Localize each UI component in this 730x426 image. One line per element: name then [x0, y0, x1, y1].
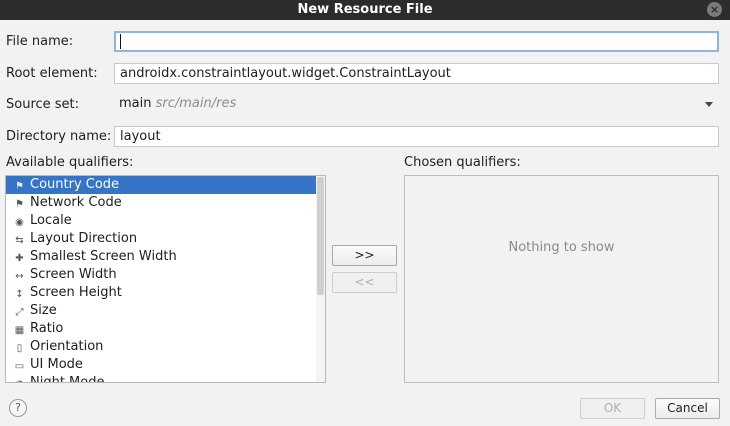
flag-icon: ⚑	[15, 181, 24, 192]
qualifier-label: Country Code	[30, 177, 120, 192]
empty-state-text: Nothing to show	[508, 240, 615, 255]
add-qualifier-button[interactable]: >>	[332, 245, 397, 266]
ui-mode-icon: ▭	[14, 361, 25, 372]
ratio-icon: ▦	[14, 325, 25, 336]
source-set-value: main	[119, 96, 152, 111]
file-name-field[interactable]	[114, 31, 719, 52]
root-element-label: Root element:	[6, 66, 98, 81]
window-title: New Resource File	[297, 2, 433, 17]
chevron-down-icon[interactable]	[705, 102, 713, 107]
directory-name-field[interactable]: layout	[114, 126, 719, 147]
qualifier-label: Size	[30, 303, 57, 318]
source-set-path: src/main/res	[155, 96, 237, 111]
width-icon: ↔	[15, 271, 24, 282]
available-qualifiers-list[interactable]: ⚑ Country Code ⚑ Network Code ◉ Locale ⇆ Layout…	[5, 175, 326, 383]
qualifier-label: Ratio	[30, 321, 64, 336]
ok-button[interactable]: OK	[580, 398, 645, 419]
qualifier-item[interactable]: ⚑ Network Code	[6, 194, 316, 212]
qualifier-label: Layout Direction	[30, 231, 138, 246]
height-icon: ↕	[15, 289, 24, 300]
directory-name-label: Directory name:	[6, 129, 112, 144]
qualifier-item[interactable]: ✚ Smallest Screen Width	[6, 248, 316, 266]
qualifier-item[interactable]: ▭ UI Mode	[6, 356, 316, 374]
chosen-qualifiers-label: Chosen qualifiers:	[404, 155, 521, 170]
close-icon[interactable]: ×	[707, 2, 722, 17]
qualifier-item[interactable]: ⚑ Country Code	[6, 176, 316, 194]
available-qualifiers-label: Available qualifiers:	[6, 155, 134, 170]
qualifier-label: Orientation	[30, 339, 104, 354]
title-bar: New Resource File ×	[0, 0, 730, 20]
root-element-field[interactable]: androidx.constraintlayout.widget.Constra…	[114, 63, 719, 84]
remove-qualifier-button[interactable]: <<	[332, 272, 397, 293]
qualifier-item[interactable]: ⇆ Layout Direction	[6, 230, 316, 248]
network-icon: ⚑	[15, 199, 24, 210]
text-caret	[120, 34, 121, 49]
qualifier-item[interactable]: ◉ Locale	[6, 212, 316, 230]
scrollbar-track[interactable]	[316, 176, 325, 382]
source-set-dropdown[interactable]: main src/main/res	[114, 94, 719, 115]
night-mode-icon: ◑	[14, 379, 25, 382]
qualifier-label: Night Mode	[30, 375, 105, 383]
qualifier-item[interactable]: ◑ Night Mode	[6, 374, 316, 383]
qualifier-label: Network Code	[30, 195, 122, 210]
chosen-qualifiers-list[interactable]: Nothing to show	[404, 175, 719, 383]
qualifier-item[interactable]: ▯ Orientation	[6, 338, 316, 356]
size-icon: ⤢	[15, 307, 24, 318]
orientation-icon: ▯	[16, 343, 23, 354]
qualifier-label: Locale	[30, 213, 72, 228]
qualifier-item[interactable]: ▦ Ratio	[6, 320, 316, 338]
help-icon[interactable]: ?	[9, 399, 27, 417]
layout-direction-icon: ⇆	[15, 235, 24, 246]
qualifier-label: Screen Height	[30, 285, 122, 300]
file-name-label: File name:	[6, 34, 74, 49]
qualifier-item[interactable]: ↔ Screen Width	[6, 266, 316, 284]
cancel-button[interactable]: Cancel	[655, 398, 720, 419]
scrollbar-thumb[interactable]	[317, 177, 324, 295]
source-set-label: Source set:	[6, 97, 80, 112]
qualifier-label: Screen Width	[30, 267, 117, 282]
qualifier-label: Smallest Screen Width	[30, 249, 177, 264]
qualifier-item[interactable]: ⤢ Size	[6, 302, 316, 320]
qualifier-label: UI Mode	[30, 357, 83, 372]
screen-width-icon: ✚	[15, 253, 24, 264]
globe-icon: ◉	[15, 217, 24, 228]
qualifier-item[interactable]: ↕ Screen Height	[6, 284, 316, 302]
